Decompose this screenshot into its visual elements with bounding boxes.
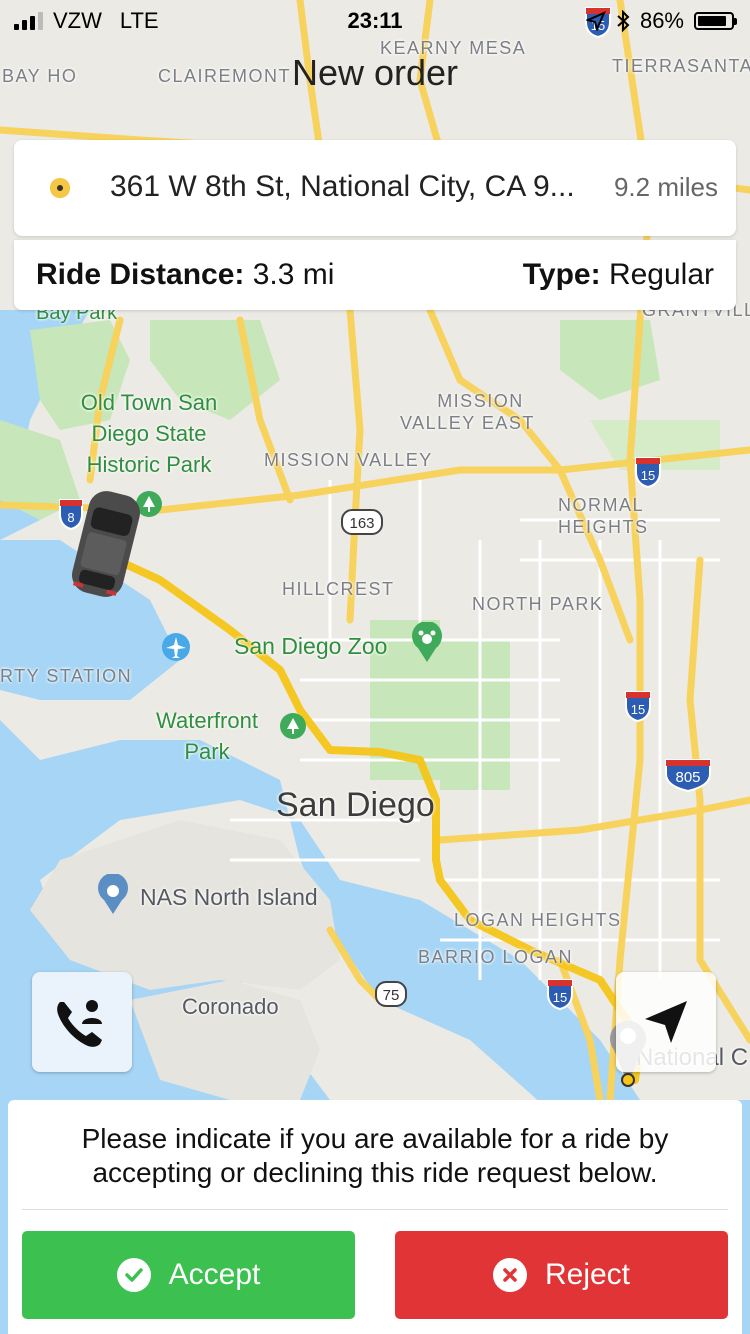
ride-info-card: Ride Distance: 3.3 mi Type: Regular	[14, 240, 736, 310]
map-label-line: Old Town San	[80, 390, 218, 415]
destination-distance: 9.2 miles	[613, 172, 718, 202]
map-label: MISSION VALLEY EAST	[400, 390, 535, 434]
page-title: New order	[291, 52, 459, 93]
destination-dot-icon	[50, 178, 70, 198]
ride-type: Type: Regular	[523, 258, 714, 292]
map-label-line: Diego State	[91, 421, 207, 446]
shield-number: 15	[631, 702, 645, 717]
map-label: HILLCREST	[282, 579, 395, 599]
map-label-line: NORMAL	[558, 495, 645, 515]
map-label: San Diego	[276, 786, 435, 824]
map-label-line: Historic Park	[86, 452, 212, 477]
phone-person-icon	[57, 1000, 102, 1047]
map-label: MISSION VALLEY	[264, 450, 433, 470]
interstate-shield: 15	[635, 457, 661, 488]
map-label: RTY STATION	[0, 666, 133, 686]
call-passenger-button[interactable]	[32, 972, 132, 1072]
map-label: NAS North Island	[140, 884, 318, 910]
ride-request-message: Please indicate if you are available for…	[81, 1123, 669, 1188]
shield-number: 15	[641, 468, 655, 483]
accept-label: Accept	[168, 1258, 261, 1291]
bluetooth-icon	[617, 10, 630, 32]
map-label: BARRIO LOGAN	[418, 947, 574, 967]
map-label: Coronado	[182, 994, 279, 1019]
map-label: San Diego Zoo	[234, 633, 388, 659]
accept-button[interactable]: Accept	[22, 1231, 355, 1319]
reject-button[interactable]: Reject	[395, 1231, 728, 1319]
shield-number: 8	[67, 510, 74, 525]
interstate-shield: 805	[665, 759, 711, 792]
interstate-shield: 15	[625, 691, 651, 722]
park-pin-icon[interactable]	[278, 712, 308, 748]
zoo-pin-icon[interactable]	[410, 622, 444, 664]
battery-fill	[698, 16, 726, 26]
shield-number: 15	[553, 990, 567, 1005]
check-circle-icon	[116, 1258, 151, 1292]
ride-distance: Ride Distance: 3.3 mi	[36, 258, 334, 292]
recenter-location-button[interactable]	[616, 972, 716, 1072]
location-pin-icon[interactable]	[96, 874, 130, 916]
map-label-line: MISSION	[437, 391, 524, 411]
map-label-line: Waterfront	[156, 708, 258, 733]
map-label: LOGAN HEIGHTS	[454, 910, 622, 930]
map-label: NORMAL HEIGHTS	[558, 494, 649, 538]
ride-type-label: Type:	[522, 258, 601, 291]
battery-percent: 86%	[639, 8, 684, 33]
navigation-arrow-icon	[645, 1001, 687, 1043]
destination-card[interactable]: 361 W 8th St, National City, CA 9... 9.2…	[14, 140, 736, 236]
state-route-shield: 163	[341, 509, 383, 535]
map-label: Old Town San Diego State Historic Park	[62, 387, 236, 480]
shield-number: 75	[383, 987, 400, 1004]
status-bar: VZW LTE 23:11 86%	[0, 0, 750, 40]
reject-label: Reject	[544, 1258, 631, 1291]
status-right: 86%	[585, 8, 737, 34]
battery-icon	[694, 12, 737, 30]
airport-pin-icon[interactable]	[160, 632, 192, 672]
map-label-line: HEIGHTS	[558, 517, 649, 537]
map-label-line: VALLEY EAST	[400, 413, 535, 433]
ride-distance-label: Ride Distance:	[36, 258, 245, 291]
interstate-shield: 15	[547, 979, 573, 1010]
location-arrow-icon	[585, 11, 606, 31]
map-label: NORTH PARK	[472, 594, 604, 614]
state-route-shield: 75	[375, 981, 407, 1007]
close-circle-icon	[492, 1258, 527, 1292]
shield-number: 805	[675, 769, 700, 786]
divider	[22, 1209, 728, 1210]
ride-type-value: Regular	[608, 258, 714, 291]
ride-distance-value: 3.3 mi	[252, 258, 335, 291]
destination-address: 361 W 8th St, National City, CA 9...	[110, 170, 575, 203]
ride-request-panel: Please indicate if you are available for…	[8, 1100, 742, 1334]
map-label: Waterfront Park	[140, 705, 274, 767]
map-label-line: Park	[184, 739, 230, 764]
shield-number: 163	[349, 515, 374, 532]
